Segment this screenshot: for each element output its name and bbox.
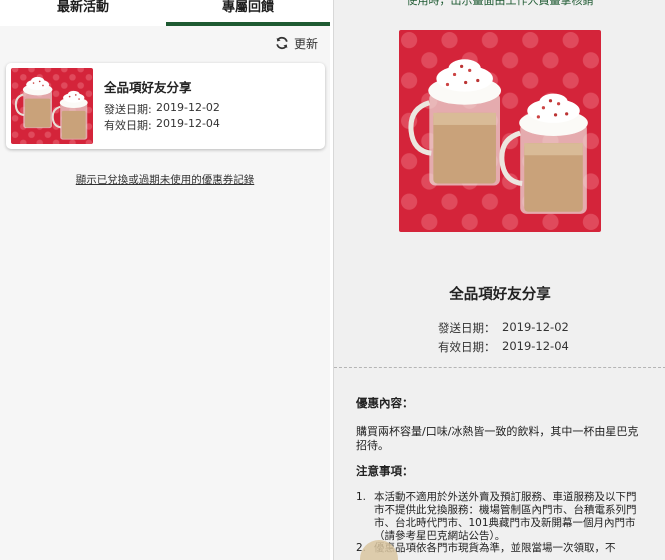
offer-text: 購買兩杯容量/口味/冰熱皆一致的飲料，其中一杯由星巴克招待。 bbox=[356, 425, 639, 452]
coupon-hero-image bbox=[399, 30, 601, 232]
valid-date-label: 有效日期: bbox=[104, 119, 152, 132]
coupon-send-date-row: 發送日期: 2019-12-02 bbox=[104, 101, 304, 117]
coupon-title: 全品項好友分享 bbox=[104, 80, 192, 95]
coupon-valid-date-row: 有效日期: 2019-12-04 bbox=[104, 117, 304, 133]
detail-send-date-label: 發送日期： bbox=[438, 321, 496, 335]
tab-latest-events[interactable]: 最新活動 bbox=[0, 0, 166, 26]
active-tab-indicator bbox=[166, 22, 330, 26]
detail-send-date-row: 發送日期： 2019-12-02 bbox=[438, 320, 638, 336]
note-number: 1. bbox=[356, 491, 367, 503]
valid-date-value: 2019-12-04 bbox=[156, 117, 220, 130]
detail-valid-date-label: 有效日期： bbox=[438, 340, 496, 354]
tab-exclusive-rewards[interactable]: 專屬回饋 bbox=[166, 0, 330, 26]
detail-title: 全品項好友分享 bbox=[449, 287, 551, 303]
detail-top-instruction: 使用時，出示畫面由工作人員畫掌核銷 bbox=[406, 0, 594, 7]
send-date-label: 發送日期: bbox=[104, 103, 152, 116]
notes-heading: 注意事項： bbox=[356, 464, 414, 478]
refresh-label: 更新 bbox=[293, 36, 318, 51]
dashed-divider bbox=[334, 367, 665, 368]
coupon-history-link[interactable]: 顯示已兌換或過期未使用的優惠券記錄 bbox=[0, 172, 330, 187]
note-text: 本活動不適用於外送外賣及預訂服務、車道服務及以下門市不提供此兌換服務：機場管制區… bbox=[374, 491, 637, 542]
coupon-thumbnail bbox=[11, 68, 93, 144]
tab-bar: 最新活動 專屬回饋 bbox=[0, 0, 330, 26]
refresh-icon bbox=[276, 36, 288, 50]
detail-valid-date-row: 有效日期： 2019-12-04 bbox=[438, 339, 638, 355]
detail-send-date-value: 2019-12-02 bbox=[502, 320, 569, 334]
coupon-detail-panel[interactable]: 使用時，出示畫面由工作人員畫掌核銷 全品項好友分享 發送日期： 2019-12-… bbox=[333, 0, 665, 560]
detail-valid-date-value: 2019-12-04 bbox=[502, 339, 569, 353]
note-text: 優惠品項依各門市現貨為準，並限當場一次領取，不 bbox=[374, 542, 616, 554]
coupon-list-panel: 最新活動 專屬回饋 更新 全品項好友分享 發送日期: 2019-12-02 有效… bbox=[0, 0, 330, 560]
offer-heading: 優惠內容： bbox=[356, 396, 414, 410]
coupon-card[interactable]: 全品項好友分享 發送日期: 2019-12-02 有效日期: 2019-12-0… bbox=[6, 63, 325, 149]
send-date-value: 2019-12-02 bbox=[156, 101, 220, 114]
refresh-button[interactable]: 更新 bbox=[275, 34, 318, 52]
